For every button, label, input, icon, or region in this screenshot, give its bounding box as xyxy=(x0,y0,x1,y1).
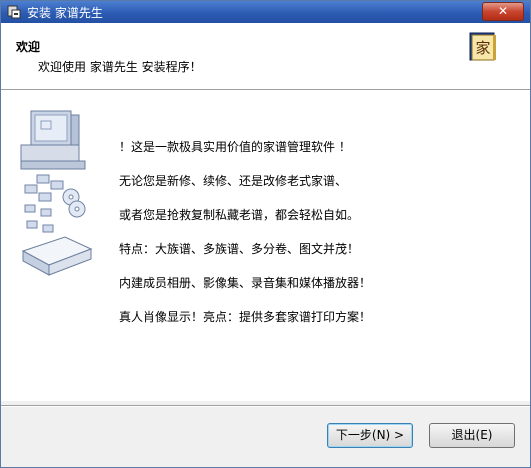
logo-char: 家 xyxy=(475,39,490,57)
computer-install-illustration-icon xyxy=(20,110,93,276)
exit-button[interactable]: 退出(E) xyxy=(429,423,515,448)
intro-line-5: 内建成员相册、影像集、录音集和媒体播放器！ xyxy=(119,276,372,290)
window-title: 安装 家谱先生 xyxy=(27,6,103,20)
page-header: 欢迎 欢迎使用 家谱先生 安装程序！ 家 xyxy=(1,23,530,89)
intro-line-4: 特点：大族谱、多族谱、多分卷、图文并茂！ xyxy=(119,242,360,256)
footer-divider-highlight xyxy=(1,406,530,407)
installer-window: 安装 家谱先生 ✕ 欢迎 欢迎使用 家谱先生 安装程序！ 家 ！这是一款极具实用… xyxy=(0,0,531,468)
installer-app-icon xyxy=(7,5,21,19)
intro-line-6: 真人肖像显示！亮点：提供多套家谱打印方案！ xyxy=(119,310,372,324)
family-tree-logo-icon: 家 xyxy=(469,32,496,61)
title-bar[interactable]: 安装 家谱先生 ✕ xyxy=(1,1,530,23)
intro-line-3: 或者您是抢救复制私藏老谱，都会轻松自如。 xyxy=(119,208,360,222)
intro-line-1: ！这是一款极具实用价值的家谱管理软件 ！ xyxy=(119,140,351,154)
intro-line-2: 无论您是新修、续修、还是改修老式家谱、 xyxy=(119,174,348,188)
header-title: 欢迎 xyxy=(16,40,41,54)
content-area: ！这是一款极具实用价值的家谱管理软件 ！ 无论您是新修、续修、还是改修老式家谱、… xyxy=(1,91,530,401)
next-button[interactable]: 下一步(N) > xyxy=(327,423,413,448)
close-button[interactable]: ✕ xyxy=(482,2,524,21)
header-subtitle: 欢迎使用 家谱先生 安装程序！ xyxy=(38,60,202,74)
